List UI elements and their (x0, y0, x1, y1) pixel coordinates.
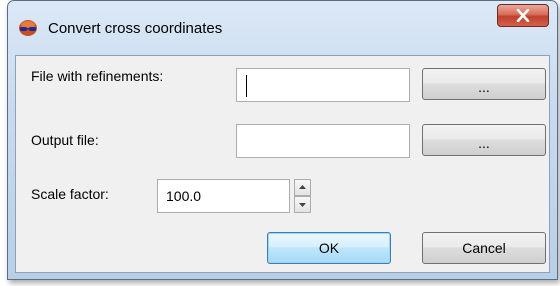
refinements-file-input[interactable] (236, 68, 410, 102)
app-icon (18, 18, 38, 38)
arrow-down-icon (299, 203, 306, 207)
scale-factor-label: Scale factor: (31, 186, 109, 202)
scale-factor-input[interactable]: 100.0 (157, 179, 290, 213)
refinements-label: File with refinements: (31, 68, 164, 84)
scale-decrement-button[interactable] (294, 196, 311, 213)
output-browse-button[interactable]: ... (422, 124, 546, 156)
close-icon (516, 9, 530, 22)
scale-factor-value: 100.0 (166, 188, 202, 204)
scale-increment-button[interactable] (294, 179, 311, 196)
cancel-button[interactable]: Cancel (422, 232, 546, 264)
text-caret (246, 75, 247, 97)
ok-button[interactable]: OK (267, 232, 391, 264)
output-file-input[interactable] (236, 124, 410, 158)
refinements-browse-button[interactable]: ... (422, 68, 546, 100)
arrow-up-icon (299, 185, 306, 189)
close-button[interactable] (497, 4, 549, 27)
dialog-body: File with refinements: ... Output file: … (15, 55, 550, 273)
output-label: Output file: (31, 132, 99, 148)
window-title: Convert cross coordinates (48, 20, 223, 37)
dialog-window: Convert cross coordinates File with refi… (7, 0, 558, 280)
title-bar[interactable]: Convert cross coordinates (8, 1, 557, 55)
